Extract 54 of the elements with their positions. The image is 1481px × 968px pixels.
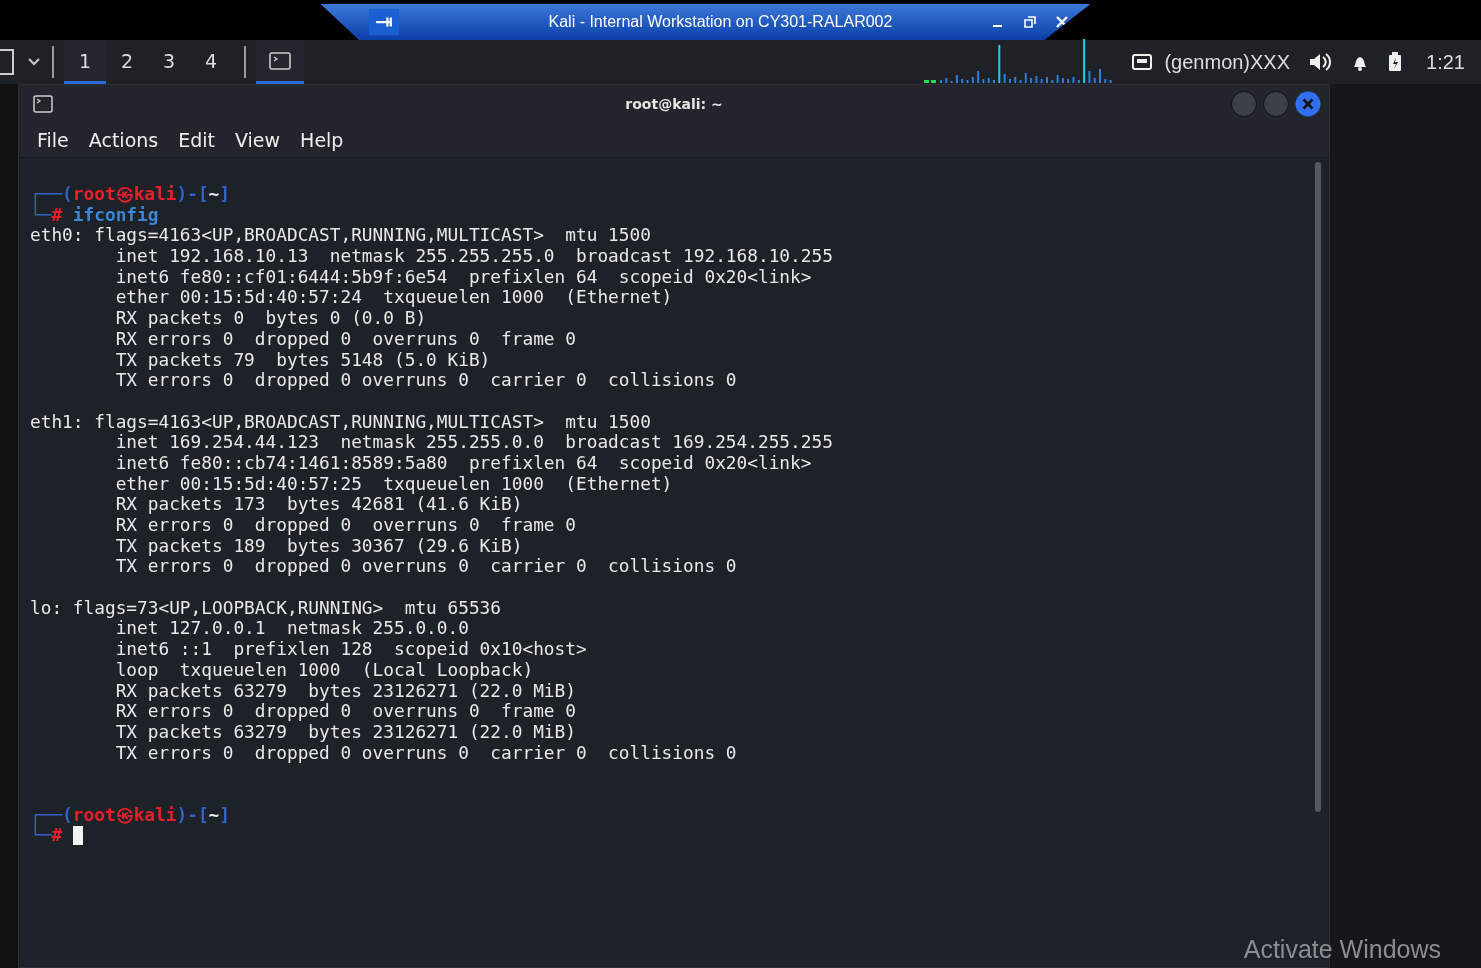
output-line: TX errors 0 dropped 0 overruns 0 carrier 0 collisions 0: [114, 742, 737, 764]
output-line: RX errors 0 dropped 0 overruns 0 frame 0: [114, 328, 576, 350]
workspace-tab[interactable]: 1: [64, 40, 106, 84]
output-line: eth1: flags=4163<UP,BROADCAST,RUNNING,MULTICAST> mtu 1500: [30, 411, 651, 433]
pin-icon[interactable]: [368, 9, 399, 35]
workspace-tab[interactable]: 3: [148, 40, 190, 84]
activate-windows-notice: Activate Windows: [1243, 935, 1441, 964]
vm-title: Kali - Internal Workstation on CY301-RALAR002: [548, 13, 893, 31]
workspace-tab[interactable]: 2: [106, 40, 148, 84]
menu-item[interactable]: Actions: [78, 129, 169, 151]
menu-item[interactable]: File: [27, 129, 79, 151]
genmon-label: (genmon)XXX: [1164, 50, 1291, 74]
output-line: RX packets 63279 bytes 23126271 (22.0 MiB): [114, 680, 576, 702]
terminal-taskbar-button[interactable]: [256, 40, 304, 84]
output-line: RX errors 0 dropped 0 overruns 0 frame 0: [114, 515, 576, 536]
menu-item[interactable]: Help: [290, 129, 354, 151]
workspace-tab[interactable]: 4: [190, 40, 232, 84]
prompt-line: ┌──(root㉿kali)-[~]: [30, 804, 231, 825]
close-icon[interactable]: [1056, 16, 1069, 28]
output-line: eth0: flags=4163<UP,BROADCAST,RUNNING,MULTICAST> mtu 1500: [30, 225, 651, 247]
output-line: TX packets 79 bytes 5148 (5.0 KiB): [114, 349, 491, 371]
menu-item[interactable]: Edit: [168, 129, 225, 151]
output-line: RX packets 173 bytes 42681 (41.6 KiB): [114, 494, 523, 515]
prompt-line: └─#: [30, 825, 63, 846]
battery-icon[interactable]: [1388, 52, 1403, 72]
output-line: inet 127.0.0.1 netmask 255.0.0.0: [115, 618, 469, 640]
window-title: root@kali: ~: [625, 96, 723, 112]
output-line: inet 192.168.10.13 netmask 255.255.255.0 broadcast 192.168.10.255: [114, 246, 833, 267]
output-line: RX errors 0 dropped 0 overruns 0 frame 0: [114, 701, 576, 722]
chevron-down-icon[interactable]: [28, 58, 40, 66]
volume-icon[interactable]: [1308, 52, 1333, 72]
prompt-line: └─# ifconfig: [30, 204, 159, 226]
output-line: TX packets 63279 bytes 23126271 (22.0 MiB): [114, 721, 576, 743]
scrollbar[interactable]: [1315, 162, 1321, 812]
output-line: ether 00:15:5d:40:57:24 txqueuelen 1000 (Ethernet): [114, 287, 673, 309]
clock: 1:21: [1426, 50, 1465, 74]
output-line: TX errors 0 dropped 0 overruns 0 carrier 0 collisions 0: [114, 370, 737, 391]
output-line: inet6 fe80::cb74:1461:8589:5a80 prefixlen 64 scopeid 0x20<link>: [114, 452, 812, 474]
output-line: loop txqueuelen 1000 (Local Loopback): [114, 659, 534, 681]
output-line: inet6 ::1 prefixlen 128 scopeid 0x10<host>: [114, 639, 587, 660]
terminal-icon: [33, 95, 53, 113]
restore-icon[interactable]: [1024, 16, 1037, 28]
close-button[interactable]: [1295, 91, 1321, 117]
output-line: TX errors 0 dropped 0 overruns 0 carrier 0 collisions 0: [114, 556, 737, 578]
menu-item[interactable]: View: [225, 129, 291, 151]
output-line: RX packets 0 bytes 0 (0.0 B): [114, 308, 427, 329]
output-line: inet 169.254.44.123 netmask 255.255.0.0 broadcast 169.254.255.255: [115, 432, 833, 453]
terminal-icon: [269, 51, 291, 70]
prompt-line: ┌──(root㉿kali)-[~]: [30, 184, 231, 205]
output-line: lo: flags=73<UP,LOOPBACK,RUNNING> mtu 65536: [30, 597, 502, 619]
network-icon[interactable]: [1132, 54, 1153, 70]
output-line: inet6 fe80::cf01:6444:5b9f:6e54 prefixlen 64 scopeid 0x20<link>: [114, 266, 812, 288]
output-line: ether 00:15:5d:40:57:25 txqueuelen 1000 (Ethernet): [114, 473, 673, 495]
output-line: TX packets 189 bytes 30367 (29.6 KiB): [114, 535, 523, 557]
